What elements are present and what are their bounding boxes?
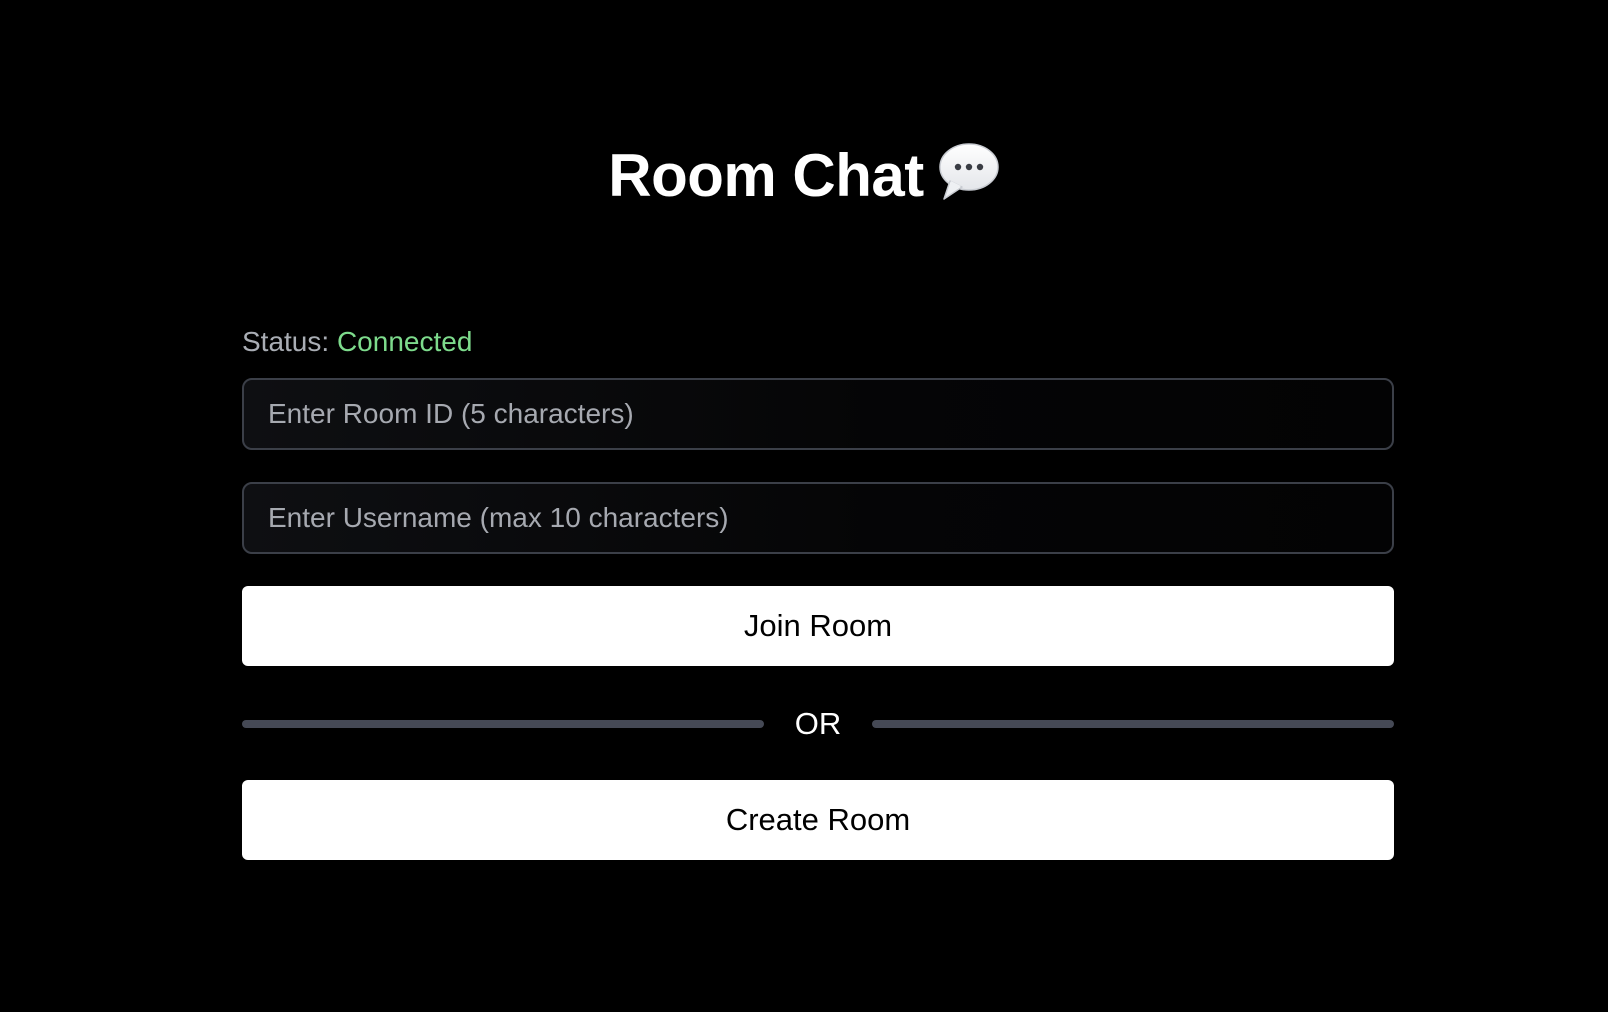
room-chat-page: Room Chat Status: Connected Enter Room I… <box>0 0 1608 1012</box>
status-value: Connected <box>336 326 473 357</box>
or-divider: OR <box>242 706 1394 742</box>
create-room-button[interactable]: Create Room <box>242 780 1394 860</box>
header: Room Chat <box>0 138 1608 214</box>
divider-line-left <box>242 720 764 728</box>
speech-bubble-icon <box>938 141 1000 203</box>
page-title: Room Chat <box>608 142 924 209</box>
divider-label: OR <box>794 706 842 741</box>
connection-status: Status: Connected <box>242 322 1394 362</box>
divider-line-right <box>872 720 1394 728</box>
status-label: Status: <box>242 326 330 357</box>
username-input[interactable] <box>242 482 1394 554</box>
room-id-input[interactable] <box>242 378 1394 450</box>
join-room-button[interactable]: Join Room <box>242 586 1394 666</box>
join-panel: Status: Connected Join Room OR Create Ro… <box>242 322 1394 860</box>
